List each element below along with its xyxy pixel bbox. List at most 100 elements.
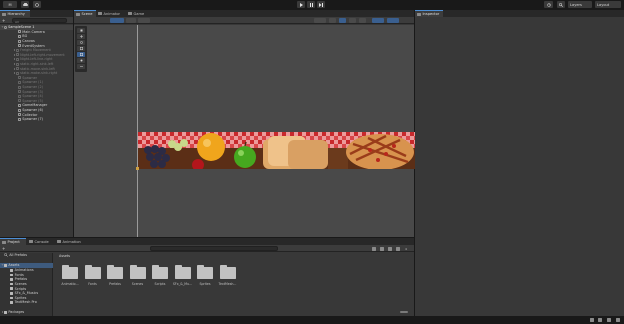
rotate-tool-icon[interactable] (77, 40, 85, 45)
add-icon[interactable]: + (2, 18, 6, 23)
expand-arrow-icon[interactable] (14, 58, 15, 61)
lighting-toggle[interactable] (138, 18, 150, 23)
asset-folder[interactable]: TextMesh... (219, 265, 236, 287)
tab-game[interactable]: Game (126, 10, 148, 17)
cloud-icon[interactable] (21, 1, 29, 8)
folder-icon-body (152, 267, 168, 279)
layers-label: Layers (570, 2, 582, 7)
tab-animator[interactable]: Animator (96, 10, 126, 17)
project-search-input[interactable] (150, 246, 278, 251)
asset-folder[interactable]: Prefabs (107, 265, 123, 287)
settings-icon[interactable] (616, 318, 620, 322)
favorite-icon[interactable] (388, 246, 392, 251)
scene-toolbar (74, 17, 414, 24)
packages-label: Packages (8, 310, 25, 315)
tool-palette (75, 26, 87, 72)
expand-arrow-icon[interactable] (14, 53, 15, 56)
assets-root-label: Assets (8, 263, 20, 268)
folder-icon-body (129, 267, 146, 279)
console-icon[interactable] (598, 318, 602, 322)
folder-grid: Animatio... Fonts Prefabs Scenes Scripts SFx_… (54, 265, 414, 295)
collab-icon[interactable] (33, 1, 41, 8)
hidden-packages-icon[interactable] (396, 246, 400, 251)
animation-tab-icon (57, 240, 61, 243)
debug-icon[interactable] (607, 318, 611, 322)
audio-icon[interactable] (349, 18, 356, 23)
collapse-arrow-icon[interactable] (2, 311, 3, 314)
rect-transform-tool-icon[interactable] (77, 52, 85, 57)
folder-icon-body (219, 267, 236, 279)
gameobject-icon (18, 94, 21, 98)
asset-folder[interactable]: Sprites (197, 265, 213, 287)
asset-folder[interactable]: Fonts (84, 265, 101, 287)
assets-root-row[interactable]: Assets (0, 263, 53, 268)
expand-arrow-icon[interactable] (14, 63, 15, 66)
progress-icon[interactable] (590, 318, 594, 322)
play-button[interactable] (297, 1, 305, 8)
asset-folder[interactable]: Animatio... (61, 265, 79, 287)
asset-folder[interactable]: Scripts (152, 265, 168, 287)
move-tool-icon[interactable] (329, 18, 336, 23)
asset-folder[interactable]: SFx_&_Mu... (173, 265, 192, 287)
gizmos-toggle[interactable] (387, 18, 399, 23)
draw-mode-dropdown[interactable] (110, 18, 124, 23)
2d-toggle[interactable] (126, 18, 136, 23)
favorites-all-prefabs[interactable]: All Prefabs (4, 253, 27, 258)
layers-dropdown[interactable]: Layers (568, 1, 592, 8)
project-tab-icon (2, 240, 6, 244)
tab-project[interactable]: Project (0, 238, 26, 245)
transform-tool-icon[interactable] (77, 58, 85, 63)
move-tool-button[interactable] (77, 34, 85, 39)
pivot-marker[interactable] (136, 167, 139, 170)
effects-icon[interactable] (359, 18, 366, 23)
custom-tool-icon[interactable] (77, 64, 85, 69)
create-icon[interactable]: + (2, 246, 6, 251)
filter-label-icon[interactable] (380, 246, 384, 251)
center-tabstrip: Scene Animator Game (74, 10, 414, 17)
expand-arrow-icon[interactable] (14, 49, 15, 52)
bg-sprite[interactable] (138, 132, 415, 169)
asset-folder-label: Scenes (131, 282, 144, 286)
tab-hierarchy[interactable]: Hierarchy (0, 10, 30, 17)
hierarchy-search-placeholder: All (15, 19, 19, 24)
asset-folder[interactable]: Scenes (129, 265, 146, 287)
hierarchy-item-label: Spawner (7) (22, 117, 43, 122)
filter-type-icon[interactable] (372, 246, 376, 251)
step-button[interactable] (317, 1, 325, 8)
expand-arrow-icon[interactable] (14, 67, 15, 70)
project-panel: Project Console Animation + 4 All Prefabs … (0, 238, 414, 316)
hierarchy-item[interactable]: Spawner (7) (0, 117, 73, 122)
account-button[interactable]: M (3, 1, 17, 8)
hand-tool-icon[interactable] (77, 28, 85, 33)
pause-button[interactable] (307, 1, 315, 8)
gameobject-icon (15, 67, 19, 71)
gizmo-dropdown[interactable] (314, 18, 326, 23)
layout-dropdown[interactable]: Layout (595, 1, 621, 8)
gameobject-icon (18, 117, 21, 121)
icon-size-slider[interactable] (400, 311, 408, 313)
packages-row[interactable]: Packages (2, 310, 24, 315)
search-icon[interactable] (557, 1, 565, 8)
search-icon (4, 253, 8, 258)
hierarchy-tab-label: Hierarchy (7, 12, 25, 16)
game-tab-icon (128, 12, 132, 15)
folder-icon (10, 273, 14, 277)
camera-dropdown[interactable] (372, 18, 384, 23)
scale-tool-icon[interactable] (77, 46, 85, 51)
tab-animation[interactable]: Animation (55, 238, 85, 245)
tab-console[interactable]: Console (27, 238, 54, 245)
folder-icon-body (107, 267, 123, 279)
scene-viewport[interactable] (74, 25, 415, 237)
rect-tool-icon[interactable] (339, 18, 346, 23)
tab-inspector[interactable]: Inspector (415, 10, 443, 17)
gameobject-icon (18, 113, 21, 117)
assets-subfolder-row[interactable]: TextMesh Pro (10, 300, 37, 305)
expand-arrow-icon[interactable] (14, 72, 15, 75)
history-icon[interactable] (544, 1, 553, 8)
bottom-tabstrip: Project Console Animation (0, 238, 414, 245)
project-tree: All Prefabs Assets Animations Fonts Prefab… (0, 253, 53, 316)
hierarchy-search-input[interactable]: All (12, 18, 67, 24)
unity-scene-icon (3, 25, 7, 29)
camera-bound-line (137, 25, 138, 237)
tab-scene[interactable]: Scene (74, 10, 96, 17)
